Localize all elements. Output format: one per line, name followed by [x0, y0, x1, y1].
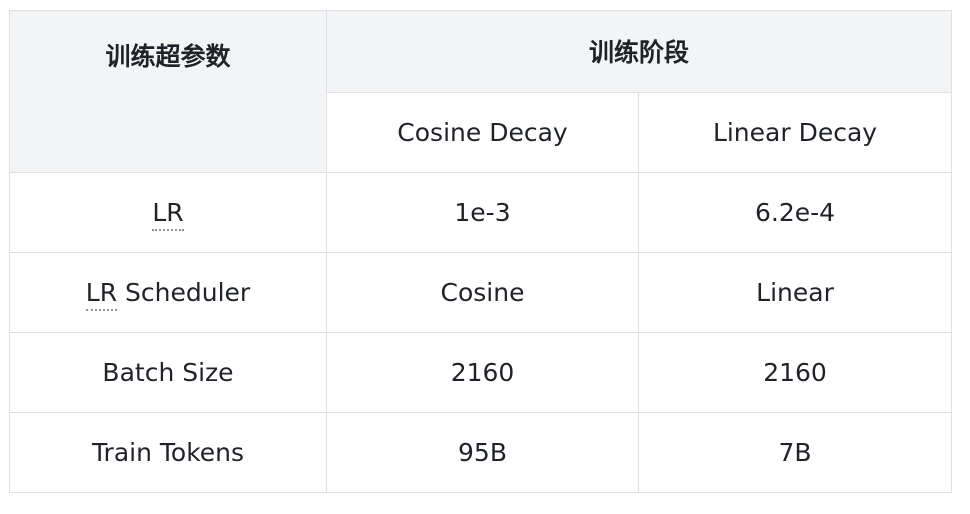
- value-cell: 7B: [637, 412, 953, 493]
- param-cell: Batch Size: [9, 332, 327, 413]
- hyperparameter-table: 训练超参数 训练阶段 Cosine Decay Linear Decay LR …: [9, 10, 953, 493]
- param-cell: LR: [9, 172, 327, 253]
- header-stage-group: 训练阶段: [325, 10, 953, 93]
- table-row: LR Scheduler Cosine Linear: [9, 252, 953, 333]
- value-cell: 2160: [637, 332, 953, 413]
- param-label: Train Tokens: [91, 438, 245, 467]
- abbreviation-lr[interactable]: LR: [152, 198, 184, 231]
- value-cell: 95B: [326, 412, 639, 493]
- param-label: Scheduler: [117, 278, 251, 307]
- value-cell: 2160: [326, 332, 639, 413]
- value-cell: Cosine: [326, 252, 639, 333]
- table-row: Train Tokens 95B 7B: [9, 412, 953, 493]
- param-cell: LR Scheduler: [9, 252, 327, 333]
- table-row: LR 1e-3 6.2e-4: [9, 172, 953, 253]
- param-cell: Train Tokens: [9, 412, 327, 493]
- header-stage-linear: Linear Decay: [637, 92, 953, 173]
- header-param-col: 训练超参数: [9, 10, 327, 173]
- value-cell: 1e-3: [326, 172, 639, 253]
- header-stage-cosine: Cosine Decay: [326, 92, 639, 173]
- table-row: Batch Size 2160 2160: [9, 332, 953, 413]
- value-cell: 6.2e-4: [637, 172, 953, 253]
- value-cell: Linear: [637, 252, 953, 333]
- param-label: Batch Size: [102, 358, 234, 387]
- abbreviation-lr[interactable]: LR: [85, 278, 118, 311]
- header-row: 训练超参数 训练阶段: [9, 10, 953, 173]
